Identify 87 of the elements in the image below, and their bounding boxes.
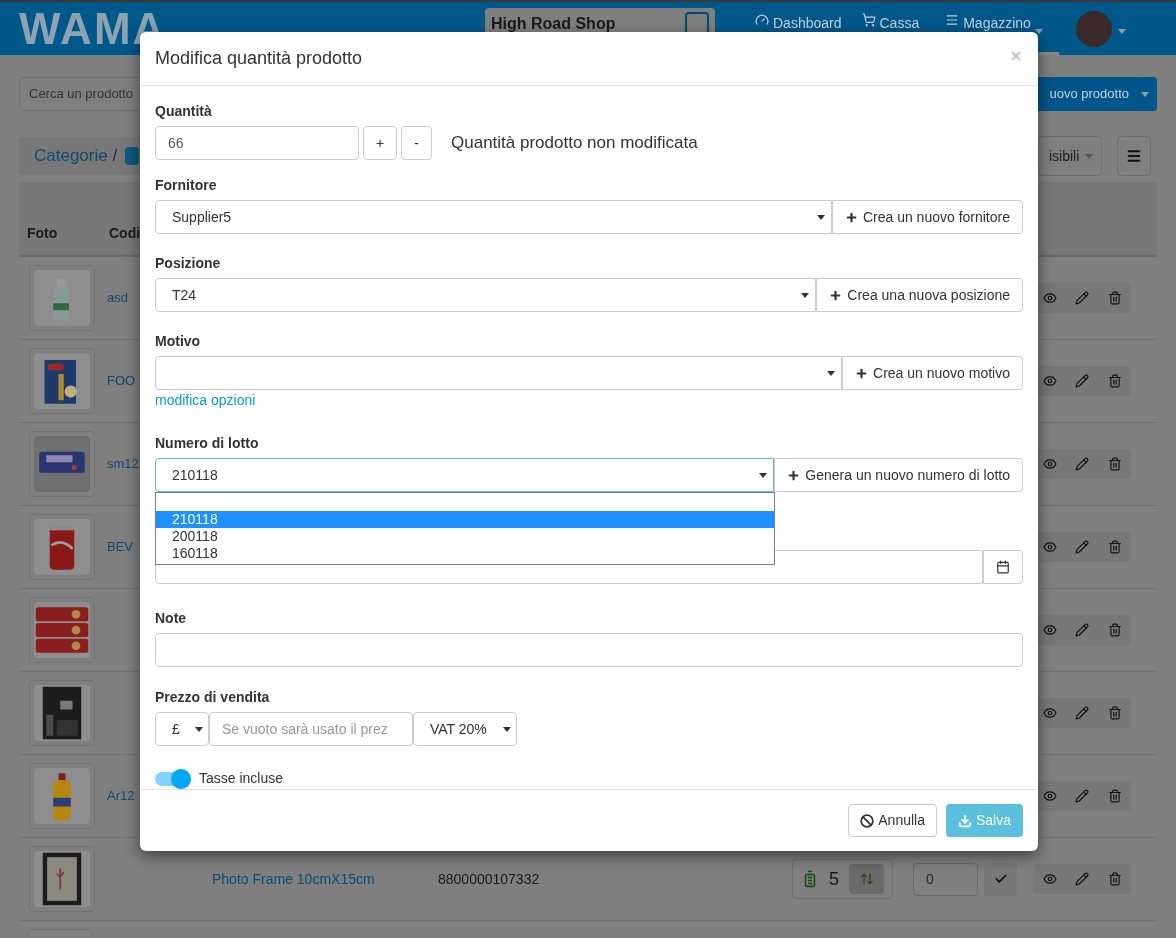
check-icon (993, 872, 1008, 886)
edit-options-link[interactable]: modifica opzioni (155, 389, 256, 411)
confirm-button[interactable] (984, 862, 1017, 896)
view-icon[interactable] (1043, 540, 1058, 554)
view-icon[interactable] (1043, 623, 1058, 637)
column-header: Foto (27, 224, 59, 243)
plus-icon (829, 288, 843, 302)
download-icon (957, 813, 972, 828)
caret-icon (801, 292, 810, 298)
delete-icon[interactable] (1107, 291, 1122, 305)
nav-item[interactable]: Dashboard (745, 2, 852, 55)
edit-icon[interactable] (1075, 291, 1090, 305)
select-field[interactable] (155, 356, 843, 391)
delete-icon[interactable] (1107, 872, 1122, 886)
caret-icon (827, 370, 836, 376)
caret-icon (816, 214, 825, 220)
gauge-icon (755, 13, 769, 27)
select-field[interactable]: Supplier5 (155, 200, 832, 235)
dropdown-option[interactable]: 200118 (156, 528, 774, 546)
taxes-toggle[interactable] (155, 768, 191, 789)
vat-select[interactable]: VAT 20% (413, 712, 517, 747)
field-label: Prezzo di vendita (155, 688, 271, 708)
stock-count: 5 (829, 867, 839, 891)
view-icon[interactable] (1043, 374, 1058, 388)
view-icon[interactable] (1043, 291, 1058, 305)
delete-icon[interactable] (1107, 540, 1122, 554)
delete-icon[interactable] (1107, 789, 1122, 803)
barcode: 8800000107332 (438, 869, 540, 889)
select-field[interactable]: T24 (155, 278, 817, 313)
field-label: Fornitore (155, 176, 218, 196)
quantity-field[interactable]: 0 (913, 862, 978, 896)
calendar-button[interactable] (983, 550, 1023, 585)
decrement-button[interactable]: - (401, 126, 432, 161)
plus-icon (787, 468, 801, 482)
caret-icon (1141, 91, 1149, 97)
caret-icon (1085, 153, 1094, 159)
edit-icon[interactable] (1075, 706, 1090, 720)
toggle-label: Tasse incluse (199, 769, 284, 789)
nav-item[interactable]: Cassa (851, 2, 930, 55)
cart-icon (861, 13, 876, 27)
view-icon[interactable] (1043, 872, 1058, 886)
field-label: Motivo (155, 332, 202, 352)
quantity-status: Quantità prodotto non modificata (451, 132, 698, 155)
field-label: Note (155, 609, 188, 629)
field-label: Posizione (155, 254, 222, 274)
create-button[interactable]: Crea una nuova posizione (816, 278, 1023, 313)
view-icon[interactable] (1043, 789, 1058, 803)
delete-icon[interactable] (1107, 457, 1122, 471)
currency-select[interactable]: £ (155, 712, 209, 747)
breadcrumb-separator: / (112, 146, 118, 166)
plus-icon (844, 210, 858, 224)
quantity-input[interactable]: 66 (155, 126, 359, 161)
price-input[interactable]: Se vuoto sarà usato il prez (209, 712, 413, 747)
menu-button[interactable] (1117, 136, 1152, 176)
menu-icon (945, 13, 960, 27)
edit-icon[interactable] (1075, 374, 1090, 388)
edit-icon[interactable] (1075, 457, 1090, 471)
view-icon[interactable] (1043, 457, 1058, 471)
create-button[interactable]: Crea un nuovo fornitore (831, 200, 1023, 235)
note-field[interactable] (155, 633, 1023, 668)
delete-icon[interactable] (1107, 706, 1122, 720)
caret-icon (759, 472, 768, 478)
swap-icon (859, 872, 874, 886)
ban-icon (860, 813, 875, 828)
cancel-button[interactable]: Annulla (848, 804, 937, 838)
caret-icon (195, 726, 203, 732)
edit-icon[interactable] (1075, 540, 1090, 554)
caret-icon (1117, 28, 1126, 34)
dropdown-option[interactable]: 210118 (156, 511, 774, 529)
delete-icon[interactable] (1107, 623, 1122, 637)
view-icon[interactable] (1043, 706, 1058, 720)
create-button[interactable]: Crea un nuovo motivo (842, 356, 1023, 391)
increment-button[interactable]: + (363, 126, 397, 161)
dropdown-option[interactable]: 160118 (156, 545, 774, 563)
column-header: Codi (109, 224, 141, 243)
edit-icon[interactable] (1075, 872, 1090, 886)
modal-title: Modifica quantità prodotto (155, 47, 364, 71)
edit-icon[interactable] (1075, 623, 1090, 637)
menu-icon (1126, 148, 1143, 164)
delete-icon[interactable] (1107, 374, 1122, 388)
create-button[interactable]: Genera un nuovo numero di lotto (774, 458, 1023, 493)
caret-icon (503, 726, 511, 732)
edit-icon[interactable] (1075, 789, 1090, 803)
plus-icon (855, 366, 869, 380)
select-field[interactable]: 210118 (155, 458, 775, 493)
calendar-icon (996, 560, 1010, 575)
field-label: Numero di lotto (155, 434, 260, 454)
